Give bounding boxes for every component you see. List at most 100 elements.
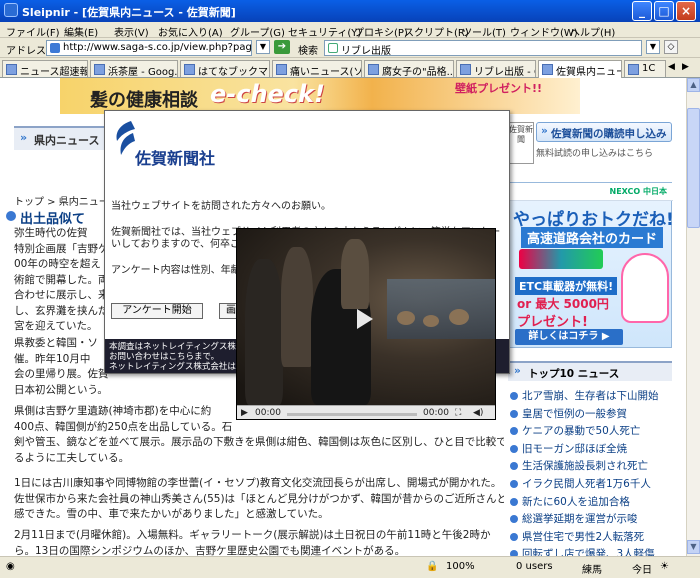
tab-4[interactable]: 痛いニュース(ソ...: [272, 60, 362, 77]
artifact-image: [449, 309, 469, 325]
play-icon[interactable]: [357, 309, 373, 329]
list-item[interactable]: ケニアの暴動で50人死亡: [508, 423, 678, 441]
minimize-button[interactable]: _: [632, 1, 652, 21]
status-bar: ◉ 🔒 100% 0 users 練馬 今日 ☀: [0, 556, 700, 578]
saga-shimbun-seal: 佐賀新聞: [508, 122, 534, 164]
tab-label: 痛いニュース(ソ...: [290, 67, 362, 77]
banner-text-2: e-check!: [210, 80, 325, 108]
tab-scroll-left-icon[interactable]: ◀: [668, 62, 675, 72]
menu-group[interactable]: グループ(G): [230, 24, 285, 39]
page-icon: [50, 43, 60, 53]
menu-script[interactable]: スクリプト(R): [404, 24, 469, 39]
search-dropdown-icon[interactable]: ▼: [646, 40, 660, 54]
google-icon: [328, 43, 338, 53]
list-item[interactable]: 皇居で恒例の一般参賀: [508, 406, 678, 424]
scroll-down-icon[interactable]: ▼: [687, 540, 700, 554]
tab-favicon: [368, 64, 379, 75]
survey-start-button[interactable]: アンケート開始: [111, 303, 203, 319]
zoom-level[interactable]: 100%: [446, 561, 475, 572]
tab-bar: ニュース超速報... 浜茶屋 - Goog... はてなブックマー... 痛いニ…: [0, 58, 700, 78]
tab-label: 佐賀県内ニュー...: [556, 67, 621, 78]
modal-brand: 佐賀新聞社: [135, 149, 216, 168]
person-image: [341, 239, 369, 309]
video-frame: [237, 229, 495, 405]
banner-text-1: 髪の健康相談: [90, 90, 198, 111]
menu-edit[interactable]: 編集(E): [64, 24, 98, 39]
article-para-4: 1日には古川康知事や同博物館の李世蕾(イ・セソプ)教育文化交流団長らが出席し、開…: [14, 477, 504, 520]
etc-ad[interactable]: NEXCO 中日本 やっぱりおトクだね! 高速道路会社のカード ETC車載器が無…: [508, 182, 674, 348]
video-player[interactable]: ▶ 00:00 00:00 ⛶ ◀): [236, 228, 496, 420]
tab-3[interactable]: はてなブックマー...: [180, 60, 270, 77]
scroll-up-icon[interactable]: ▲: [687, 78, 700, 92]
video-time-total: 00:00: [423, 408, 449, 418]
weather-today: 今日: [632, 565, 652, 576]
display-case-image: [387, 279, 495, 339]
ad-banner[interactable]: 髪の健康相談 e-check! 壁紙プレゼント!!: [60, 78, 580, 114]
tab-label: 浜茶屋 - Goog...: [108, 67, 178, 77]
address-label: アドレス: [6, 46, 46, 57]
list-item[interactable]: 生活保護施設長刺され死亡: [508, 458, 678, 476]
users-count: 0 users: [516, 561, 553, 572]
menu-view[interactable]: 表示(V): [114, 24, 149, 39]
menu-proxy[interactable]: プロキシ(P): [354, 24, 408, 39]
tab-favicon: [6, 64, 17, 75]
app-icon: [4, 3, 18, 17]
maximize-button[interactable]: □: [654, 1, 674, 21]
subscribe-promo: 佐賀新聞 佐賀新聞の購読申し込み 無料試読の申し込みはこちら: [508, 122, 672, 166]
tab-label: ニュース超速報...: [20, 67, 88, 77]
trial-link[interactable]: 無料試読の申し込みはこちら: [536, 146, 653, 159]
scroll-thumb[interactable]: [687, 108, 700, 228]
tab-label: リブレ出版 - G...: [474, 67, 535, 77]
play-button-icon[interactable]: ▶: [241, 408, 248, 418]
tab-scroll-right-icon[interactable]: ▶: [682, 62, 689, 72]
tab-7-active[interactable]: 佐賀県内ニュー...: [538, 60, 622, 78]
menu-help[interactable]: ヘルプ(H): [570, 24, 615, 39]
list-item[interactable]: 新たに60人を追加合格: [508, 494, 678, 512]
vertical-scrollbar[interactable]: ▲ ▼: [686, 78, 700, 556]
address-dropdown-icon[interactable]: ▼: [256, 40, 270, 54]
address-input[interactable]: http://www.saga-s.co.jp/view.php?pageId=: [46, 40, 252, 56]
tab-5[interactable]: 腐女子の"品格...: [364, 60, 454, 77]
title-bar: Sleipnir - [佐賀県内ニュース - 佐賀新聞] _ □ ×: [0, 0, 700, 22]
tab-favicon: [184, 64, 195, 75]
page-status-icon: ◉: [6, 561, 15, 572]
tab-8[interactable]: 1C: [624, 60, 666, 77]
close-button[interactable]: ×: [676, 1, 696, 21]
mascot-image: [621, 253, 669, 323]
menu-favorites[interactable]: お気に入り(A): [158, 24, 223, 39]
list-item[interactable]: 北ア雪崩、生存者は下山開始: [508, 388, 678, 406]
breadcrumb[interactable]: トップ > 県内ニュース: [14, 193, 118, 208]
tab-label: 1C: [642, 63, 656, 74]
list-item[interactable]: イラク民間人死者1万6千人: [508, 476, 678, 494]
subscribe-button[interactable]: 佐賀新聞の購読申し込み: [536, 122, 672, 142]
tab-favicon: [542, 64, 553, 75]
list-item[interactable]: 旧モーガン邸ほぼ全焼: [508, 441, 678, 459]
address-bar: アドレス http://www.saga-s.co.jp/view.php?pa…: [0, 38, 700, 58]
weather-place: 練馬: [582, 565, 602, 576]
security-icon: 🔒: [426, 561, 439, 572]
tab-2[interactable]: 浜茶屋 - Goog...: [90, 60, 178, 77]
window-title: Sleipnir - [佐賀県内ニュース - 佐賀新聞]: [22, 6, 236, 19]
search-input[interactable]: リブレ出版: [324, 40, 642, 56]
search-value: リブレ出版: [341, 46, 391, 56]
list-item[interactable]: 総選挙延期を運営が示唆: [508, 511, 678, 529]
menu-window[interactable]: ウィンドウ(W): [510, 24, 578, 39]
fullscreen-icon[interactable]: ⛶: [455, 408, 461, 418]
etc-card-image: [519, 249, 603, 269]
volume-icon[interactable]: ◀): [473, 408, 483, 418]
menu-tools[interactable]: ツール(T): [462, 24, 506, 39]
etc-more-button[interactable]: 詳しくはコチラ ▶: [515, 329, 623, 345]
menu-file[interactable]: ファイル(F): [6, 24, 60, 39]
search-options-icon[interactable]: ◇: [664, 40, 678, 54]
tab-6[interactable]: リブレ出版 - G...: [456, 60, 536, 77]
nexco-badge: NEXCO 中日本: [509, 183, 673, 201]
section-header: 県内ニュース: [14, 126, 106, 150]
menu-security[interactable]: セキュリティ(Y): [288, 24, 361, 39]
tab-label: はてなブックマー...: [198, 67, 269, 77]
modal-greeting: 当社ウェブサイトを訪問された方々へのお願い。: [111, 201, 331, 212]
go-arrow-icon[interactable]: ➔: [274, 40, 290, 54]
tab-1[interactable]: ニュース超速報...: [2, 60, 88, 77]
video-seekbar[interactable]: [287, 413, 417, 416]
list-item[interactable]: 回転ずし店で爆発、3人軽傷: [508, 546, 678, 556]
list-item[interactable]: 県営住宅で男性2人転落死: [508, 529, 678, 547]
